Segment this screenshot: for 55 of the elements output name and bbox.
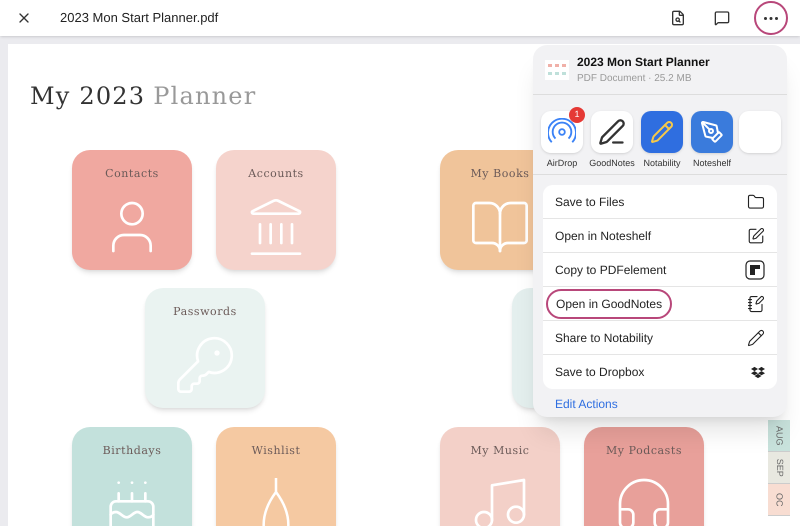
pen-square-icon bbox=[747, 226, 765, 244]
pen-app-icon bbox=[691, 111, 733, 153]
planner-tile[interactable]: Contacts bbox=[72, 150, 192, 270]
dropbox-icon bbox=[751, 366, 765, 378]
document-title: 2023 Mon Start Planner bbox=[577, 54, 710, 71]
tile-label: My Podcasts bbox=[606, 443, 682, 459]
planner-tile[interactable]: My Music bbox=[440, 427, 560, 526]
tile-label: Birthdays bbox=[102, 443, 162, 459]
month-tab[interactable]: AUG bbox=[768, 420, 790, 452]
app-name[interactable]: GoodNotes bbox=[589, 157, 635, 170]
folder-icon bbox=[747, 192, 765, 210]
share-action[interactable]: Save to Dropbox bbox=[543, 355, 777, 389]
planner-title: My 2023 bbox=[30, 81, 146, 112]
tile-label: My Books bbox=[470, 166, 530, 182]
app-name[interactable]: Notability bbox=[643, 157, 680, 170]
document-info: PDF Document · 25.2 MB bbox=[577, 72, 692, 86]
comment-icon bbox=[714, 10, 730, 26]
planner-tile[interactable]: My Podcasts bbox=[584, 427, 704, 526]
action-label: Open in GoodNotes bbox=[546, 288, 672, 318]
notification-badge: 1 bbox=[569, 107, 585, 123]
more-icon bbox=[764, 16, 778, 20]
edit-actions-link[interactable]: Edit Actions bbox=[555, 395, 618, 413]
pencil-app-icon bbox=[641, 111, 683, 153]
planner-tile[interactable]: Birthdays bbox=[72, 427, 192, 526]
month-label: AUG bbox=[774, 426, 786, 446]
tile-label: My Music bbox=[470, 443, 530, 459]
action-label: Share to Notability bbox=[555, 330, 654, 346]
airdrop-icon bbox=[541, 111, 583, 153]
file-name: 2023 Mon Start Planner.pdf bbox=[60, 9, 218, 28]
planner-tile[interactable]: Wishlist bbox=[216, 427, 336, 526]
planner-tile[interactable]: Accounts bbox=[216, 150, 336, 270]
app-name[interactable]: Noteshelf bbox=[692, 157, 732, 170]
document-search-icon bbox=[670, 10, 686, 26]
tile-label: Accounts bbox=[248, 166, 304, 182]
share-action[interactable]: Open in GoodNotes bbox=[543, 287, 777, 321]
notebook-pen-icon bbox=[747, 294, 765, 312]
month-label: SEP bbox=[774, 458, 786, 476]
action-label: Save to Dropbox bbox=[555, 364, 644, 381]
planner-tile[interactable]: Passwords bbox=[145, 288, 265, 408]
month-tab[interactable]: OC bbox=[768, 484, 790, 516]
share-action[interactable]: Copy to PDFelement bbox=[543, 253, 777, 287]
notes-pen-app-icon bbox=[591, 111, 633, 153]
share-action[interactable]: Open in Noteshelf bbox=[543, 219, 777, 253]
month-label: OC bbox=[774, 492, 786, 506]
document-block-icon bbox=[745, 260, 765, 280]
document-thumbnail-icon bbox=[545, 60, 569, 80]
tile-label: Contacts bbox=[105, 166, 159, 182]
pencil-icon bbox=[747, 328, 765, 346]
share-action[interactable]: Share to Notability bbox=[543, 321, 777, 355]
tile-label: Wishlist bbox=[252, 443, 300, 459]
tile-label: Passwords bbox=[173, 304, 237, 320]
share-action[interactable]: Save to Files bbox=[543, 185, 777, 219]
month-tab[interactable]: SEP bbox=[768, 452, 790, 484]
more-button[interactable] bbox=[754, 1, 788, 35]
planner-title-accent: Planner bbox=[153, 81, 256, 112]
